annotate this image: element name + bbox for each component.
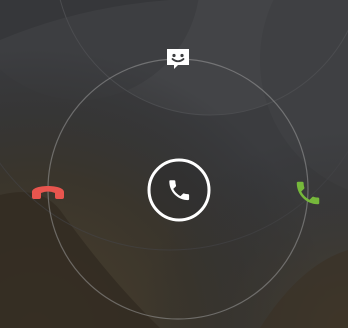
decline-button[interactable]	[26, 170, 70, 210]
answer-button[interactable]	[286, 171, 330, 215]
phone-icon	[147, 158, 211, 222]
phone-answer-icon	[296, 181, 320, 205]
incoming-call-screen	[0, 0, 348, 328]
phone-hangup-icon	[32, 186, 64, 199]
call-handle[interactable]	[145, 156, 213, 224]
message-button[interactable]	[158, 40, 198, 80]
smiley-message-icon	[167, 49, 189, 69]
